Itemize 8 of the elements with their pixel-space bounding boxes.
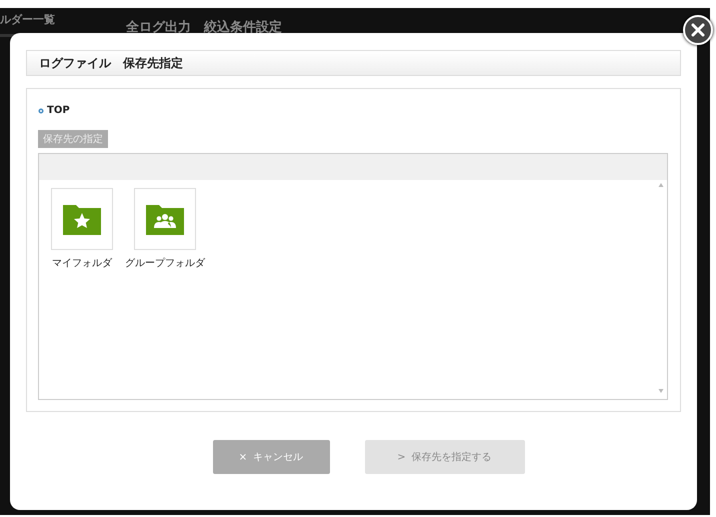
section-label: 保存先の指定: [38, 130, 108, 148]
star-folder-icon: [63, 203, 101, 235]
close-icon: [691, 23, 705, 37]
breadcrumb-link[interactable]: TOP: [47, 105, 70, 116]
dialog-title: ログファイル 保存先指定: [26, 50, 681, 76]
group-folder-icon: [146, 203, 184, 235]
bullet-icon: [38, 108, 44, 114]
page-title: 全ログ出力 絞込条件設定: [126, 18, 282, 36]
